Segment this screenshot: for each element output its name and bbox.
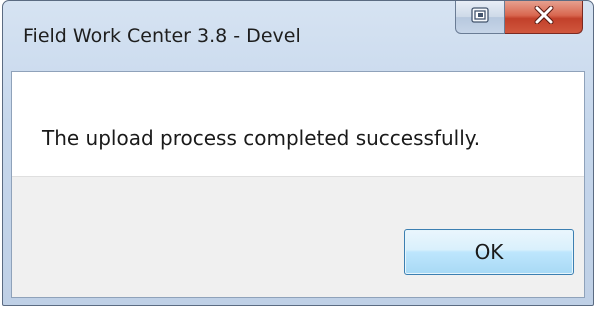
- window-title: Field Work Center 3.8 - Devel: [23, 25, 301, 47]
- caption-buttons: [455, 1, 583, 39]
- message-area: The upload process completed successfull…: [12, 72, 584, 176]
- close-button[interactable]: [505, 1, 583, 34]
- restore-button[interactable]: [455, 1, 505, 34]
- restore-icon: [470, 7, 490, 27]
- message-dialog-window: Field Work Center 3.8 - Devel The upload…: [2, 0, 594, 306]
- close-icon: [533, 5, 555, 28]
- button-area: OK: [12, 176, 584, 297]
- message-text: The upload process completed successfull…: [42, 126, 481, 150]
- title-bar[interactable]: Field Work Center 3.8 - Devel: [3, 1, 593, 71]
- dialog-client-area: The upload process completed successfull…: [11, 71, 585, 298]
- ok-button[interactable]: OK: [404, 229, 574, 275]
